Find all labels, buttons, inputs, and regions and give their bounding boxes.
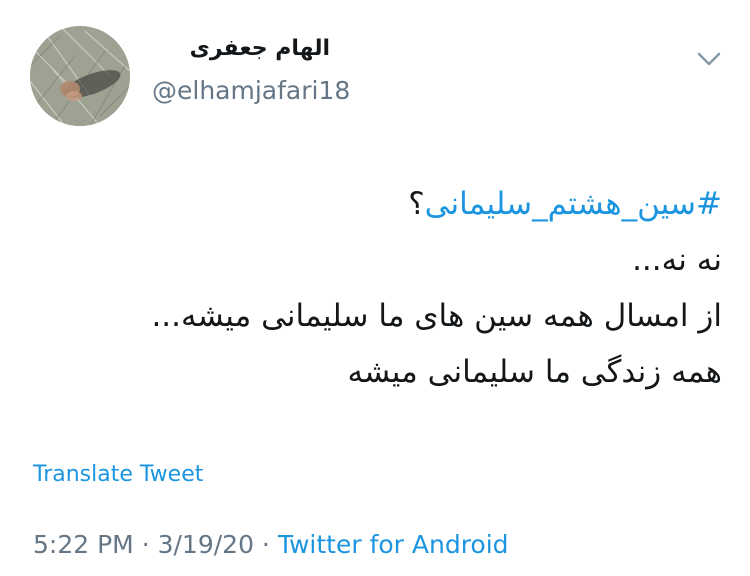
hashtag-link[interactable]: #سین_هشتم_سلیمانی	[425, 186, 722, 222]
hashtag-suffix: ؟	[408, 186, 425, 222]
avatar-image	[30, 26, 130, 126]
tweet-source-link[interactable]: Twitter for Android	[278, 530, 509, 559]
tweet-line-hashtag: #سین_هشتم_سلیمانی؟	[32, 176, 722, 232]
display-name[interactable]: الهام جعفری	[190, 36, 330, 61]
tweet-line: همه زندگی ما سلیمانی میشه	[347, 354, 722, 390]
translate-tweet-link[interactable]: Translate Tweet	[33, 462, 203, 487]
chevron-down-icon[interactable]	[694, 44, 724, 74]
tweet-line: از امسال همه سین های ما سلیمانی میشه...	[151, 298, 722, 334]
tweet-text: #سین_هشتم_سلیمانی؟ نه نه... از امسال همه…	[32, 176, 722, 400]
tweet-time[interactable]: 5:22 PM	[33, 530, 134, 559]
tweet-date[interactable]: 3/19/20	[158, 530, 254, 559]
tweet-meta: 5:22 PM · 3/19/20 · Twitter for Android	[33, 530, 509, 559]
meta-separator: ·	[141, 530, 150, 559]
tweet-line: نه نه...	[632, 242, 722, 278]
avatar[interactable]	[30, 26, 130, 126]
meta-separator: ·	[261, 530, 270, 559]
user-handle[interactable]: @elhamjafari18	[152, 76, 350, 105]
